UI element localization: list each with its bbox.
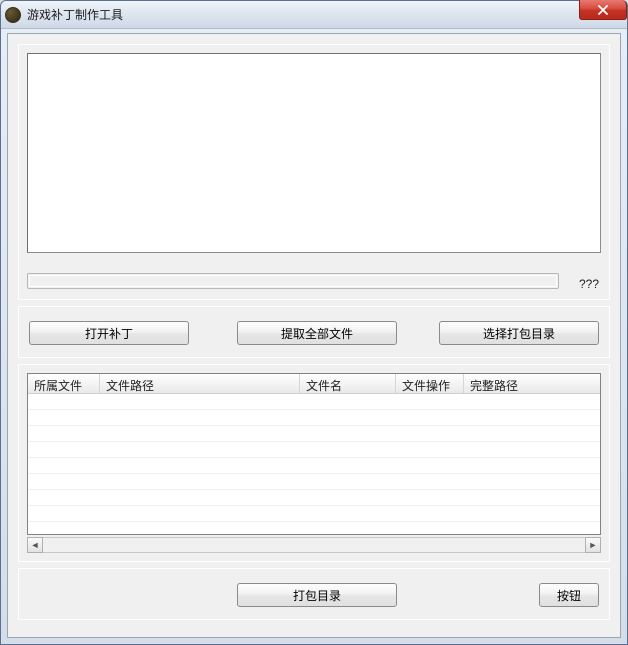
file-table[interactable]: 所属文件 文件路径 文件名 文件操作 完整路径 — [27, 373, 601, 535]
table-row — [28, 522, 600, 534]
close-button[interactable] — [579, 0, 627, 20]
log-textarea[interactable] — [27, 53, 601, 253]
table-body[interactable] — [28, 394, 600, 534]
file-table-group: 所属文件 文件路径 文件名 文件操作 完整路径 — [18, 364, 610, 562]
select-pack-dir-button[interactable]: 选择打包目录 — [439, 321, 599, 345]
scroll-track[interactable] — [42, 538, 586, 552]
open-patch-button[interactable]: 打开补丁 — [29, 321, 189, 345]
window-title: 游戏补丁制作工具 — [27, 6, 123, 23]
table-row — [28, 442, 600, 458]
scroll-right-button[interactable]: ► — [585, 537, 601, 553]
table-header: 所属文件 文件路径 文件名 文件操作 完整路径 — [28, 374, 600, 394]
table-row — [28, 474, 600, 490]
table-row — [28, 458, 600, 474]
horizontal-scrollbar[interactable]: ◄ ► — [27, 537, 601, 553]
col-owner-file[interactable]: 所属文件 — [28, 374, 100, 393]
pack-dir-button[interactable]: 打包目录 — [237, 583, 397, 607]
close-icon — [597, 5, 609, 15]
titlebar[interactable]: 游戏补丁制作工具 — [1, 1, 627, 29]
extract-all-button[interactable]: 提取全部文件 — [237, 321, 397, 345]
table-row — [28, 394, 600, 410]
table-row — [28, 490, 600, 506]
action-button-group: 打开补丁 提取全部文件 选择打包目录 — [18, 306, 610, 358]
table-row — [28, 426, 600, 442]
app-window: 游戏补丁制作工具 ??? 打开补丁 提取全部文件 选择打包目录 所属文件 文件路… — [0, 0, 628, 645]
table-row — [28, 410, 600, 426]
app-icon — [5, 7, 21, 23]
progress-label: ??? — [579, 277, 599, 291]
progress-bar — [27, 273, 559, 289]
scroll-left-button[interactable]: ◄ — [27, 537, 43, 553]
generic-button[interactable]: 按钮 — [539, 583, 599, 607]
log-group: ??? — [18, 44, 610, 300]
col-file-path[interactable]: 文件路径 — [100, 374, 300, 393]
table-row — [28, 506, 600, 522]
client-area: ??? 打开补丁 提取全部文件 选择打包目录 所属文件 文件路径 文件名 文件操… — [7, 33, 621, 638]
col-full-path[interactable]: 完整路径 — [464, 374, 600, 393]
col-file-op[interactable]: 文件操作 — [396, 374, 464, 393]
bottom-button-group: 打包目录 按钮 — [18, 568, 610, 620]
col-file-name[interactable]: 文件名 — [300, 374, 396, 393]
